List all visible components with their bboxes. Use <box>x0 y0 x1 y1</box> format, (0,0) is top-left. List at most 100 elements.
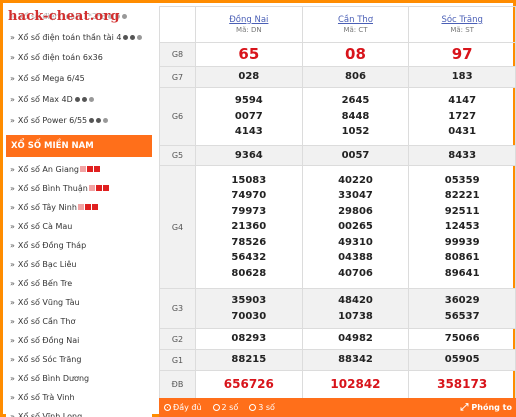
radio-icon[interactable] <box>164 404 171 411</box>
digit-option[interactable]: Đầy đủ <box>159 403 202 412</box>
prize-number: 74970 <box>231 190 267 202</box>
status-square-icon <box>77 204 84 211</box>
prize-number: 04982 <box>338 333 373 345</box>
prize-label: G8 <box>159 42 196 67</box>
prize-cell: 05905 <box>408 349 516 371</box>
prize-number: 33047 <box>338 190 373 202</box>
status-square-icon <box>88 185 95 192</box>
prize-number: 1052 <box>341 126 370 138</box>
prize-number: 9364 <box>234 149 263 161</box>
chevron-right-icon: » <box>10 393 15 403</box>
sidebar-item[interactable]: » Xổ số An Giang <box>6 160 152 179</box>
chevron-right-icon: » <box>10 298 15 308</box>
sidebar-item[interactable]: » Xổ số Mega 6/45 <box>6 68 152 89</box>
prize-cell: 9594 0077 4143 <box>195 87 303 146</box>
status-square-icon <box>95 185 102 192</box>
sidebar-section-title: XỔ SỐ MIỀN NAM <box>6 134 152 157</box>
prize-number: 0431 <box>448 126 477 138</box>
prize-number: 78526 <box>231 236 267 248</box>
chevron-right-icon: » <box>10 374 15 384</box>
chevron-right-icon: » <box>10 221 15 231</box>
prize-cell: 36029 56537 <box>408 288 516 329</box>
sidebar-item[interactable]: » Xổ số Cần Thơ <box>6 312 152 331</box>
sidebar-item[interactable]: » Xổ số Max 4D <box>6 89 152 110</box>
results-panel: Đồng Nai Mã: DN Cần Thơ Mã: CT Sóc Trăng Mã: … <box>159 6 516 417</box>
radio-icon[interactable] <box>249 404 257 411</box>
prize-number: 05359 <box>444 174 480 186</box>
prize-number: 656726 <box>223 376 274 391</box>
sidebar-item-label: Xổ số Trà Vinh <box>17 393 75 403</box>
province-name-link[interactable]: Cần Thơ <box>303 15 409 26</box>
province-name-link[interactable]: Sóc Trăng <box>409 15 515 26</box>
prize-number: 8448 <box>341 110 370 122</box>
prize-number: 70030 <box>231 310 267 322</box>
prize-number: 29806 <box>338 205 373 217</box>
prize-cell: 08293 <box>195 328 303 350</box>
sidebar-item[interactable]: » Xổ số điện toán thần tài 4 <box>6 27 152 48</box>
sidebar-item[interactable]: » Xổ số Bình Dương <box>6 369 152 388</box>
sidebar-item[interactable]: » Xổ số Cà Mau <box>6 217 152 236</box>
prize-label: G6 <box>159 87 196 146</box>
prize-number: 49310 <box>338 236 373 248</box>
prize-number: 89641 <box>444 267 480 279</box>
sidebar-item[interactable]: » Xổ số Đồng Tháp <box>6 236 152 255</box>
digit-options: Đầy đủ 2 số 3 số <box>159 403 281 412</box>
expand-icon: ⤢ <box>460 402 469 413</box>
display-options-bar: Đầy đủ 2 số 3 số ⤢ Phóng to <box>159 398 516 417</box>
prize-number: 48420 <box>338 295 373 306</box>
watermark-text: hack-cheat.org <box>8 9 120 24</box>
province-code: Mã: ST <box>450 25 474 34</box>
prize-number: 183 <box>451 71 473 83</box>
sidebar-item[interactable]: » Xổ số Đồng Nai <box>6 331 152 350</box>
prize-number: 99939 <box>444 236 480 248</box>
status-square-icon <box>87 166 93 173</box>
prize-number: 82221 <box>444 190 480 202</box>
sidebar-item[interactable]: » Xổ số điện toán 6x36 <box>6 48 152 69</box>
sidebar-item[interactable]: » Xổ số Power 6/55 <box>6 110 152 131</box>
sidebar-top-list: »Xổ số điện toán 1*2*3»Xổ số điện toán t… <box>6 6 152 131</box>
chevron-right-icon: » <box>10 279 15 289</box>
chevron-right-icon: » <box>10 95 15 105</box>
prize-number: 88342 <box>338 354 373 366</box>
prize-number: 80861 <box>444 252 480 264</box>
prize-number: 102842 <box>330 376 381 391</box>
radio-icon[interactable] <box>212 404 220 411</box>
prize-number: 08293 <box>231 333 267 345</box>
sidebar-item-label: Xổ số Vĩnh Long <box>17 412 83 417</box>
sidebar-item[interactable]: » Xổ số Sóc Trăng <box>6 350 152 369</box>
prize-number: 40706 <box>338 267 373 279</box>
sidebar-item-label: Xổ số Vũng Tàu <box>17 298 80 308</box>
sidebar-item[interactable]: » Xổ số Vũng Tàu <box>6 293 152 312</box>
sidebar-item-label: Xổ số Cần Thơ <box>17 317 76 327</box>
app-frame: »Xổ số điện toán 1*2*3»Xổ số điện toán t… <box>0 0 516 417</box>
sidebar-item-label: Xổ số Sóc Trăng <box>17 355 82 365</box>
status-dot-icon <box>122 13 128 19</box>
sidebar-item[interactable]: » Xổ số Tây Ninh <box>6 198 152 217</box>
prize-number: 0077 <box>234 110 263 122</box>
prize-cell: 102842 <box>301 370 410 399</box>
prize-row: G8 65 08 97 <box>159 42 516 67</box>
prize-number: 4147 <box>448 95 477 107</box>
prize-cell: 65 <box>195 42 303 67</box>
sidebar-item[interactable]: » Xổ số Bình Thuận <box>6 179 152 198</box>
prize-number: 21360 <box>231 221 267 233</box>
sidebar-item[interactable]: » Xổ số Bạc Liêu <box>6 255 152 274</box>
prize-number: 97 <box>451 44 473 63</box>
prize-label: G1 <box>159 349 196 371</box>
digit-option[interactable]: 3 số <box>244 403 275 412</box>
prize-number: 2645 <box>341 95 370 107</box>
prize-cell: 358173 <box>408 370 516 399</box>
prize-number: 75066 <box>444 333 480 345</box>
sidebar-item-label: Xổ số Tây Ninh <box>17 202 77 212</box>
zoom-button[interactable]: ⤢ Phóng to <box>460 402 512 413</box>
digit-option[interactable]: 2 số <box>208 403 238 412</box>
prize-number: 80628 <box>231 267 267 279</box>
province-name-link[interactable]: Đồng Nai <box>196 15 302 26</box>
chevron-right-icon: » <box>10 240 15 250</box>
sidebar-item[interactable]: » Xổ số Vĩnh Long <box>6 407 152 417</box>
province-header: Cần Thơ Mã: CT <box>301 6 410 43</box>
prize-number: 08 <box>345 44 366 63</box>
prize-cell: 2645 8448 1052 <box>301 87 410 146</box>
sidebar-item[interactable]: » Xổ số Trà Vinh <box>6 388 152 407</box>
sidebar-item[interactable]: » Xổ số Bến Tre <box>6 274 152 293</box>
